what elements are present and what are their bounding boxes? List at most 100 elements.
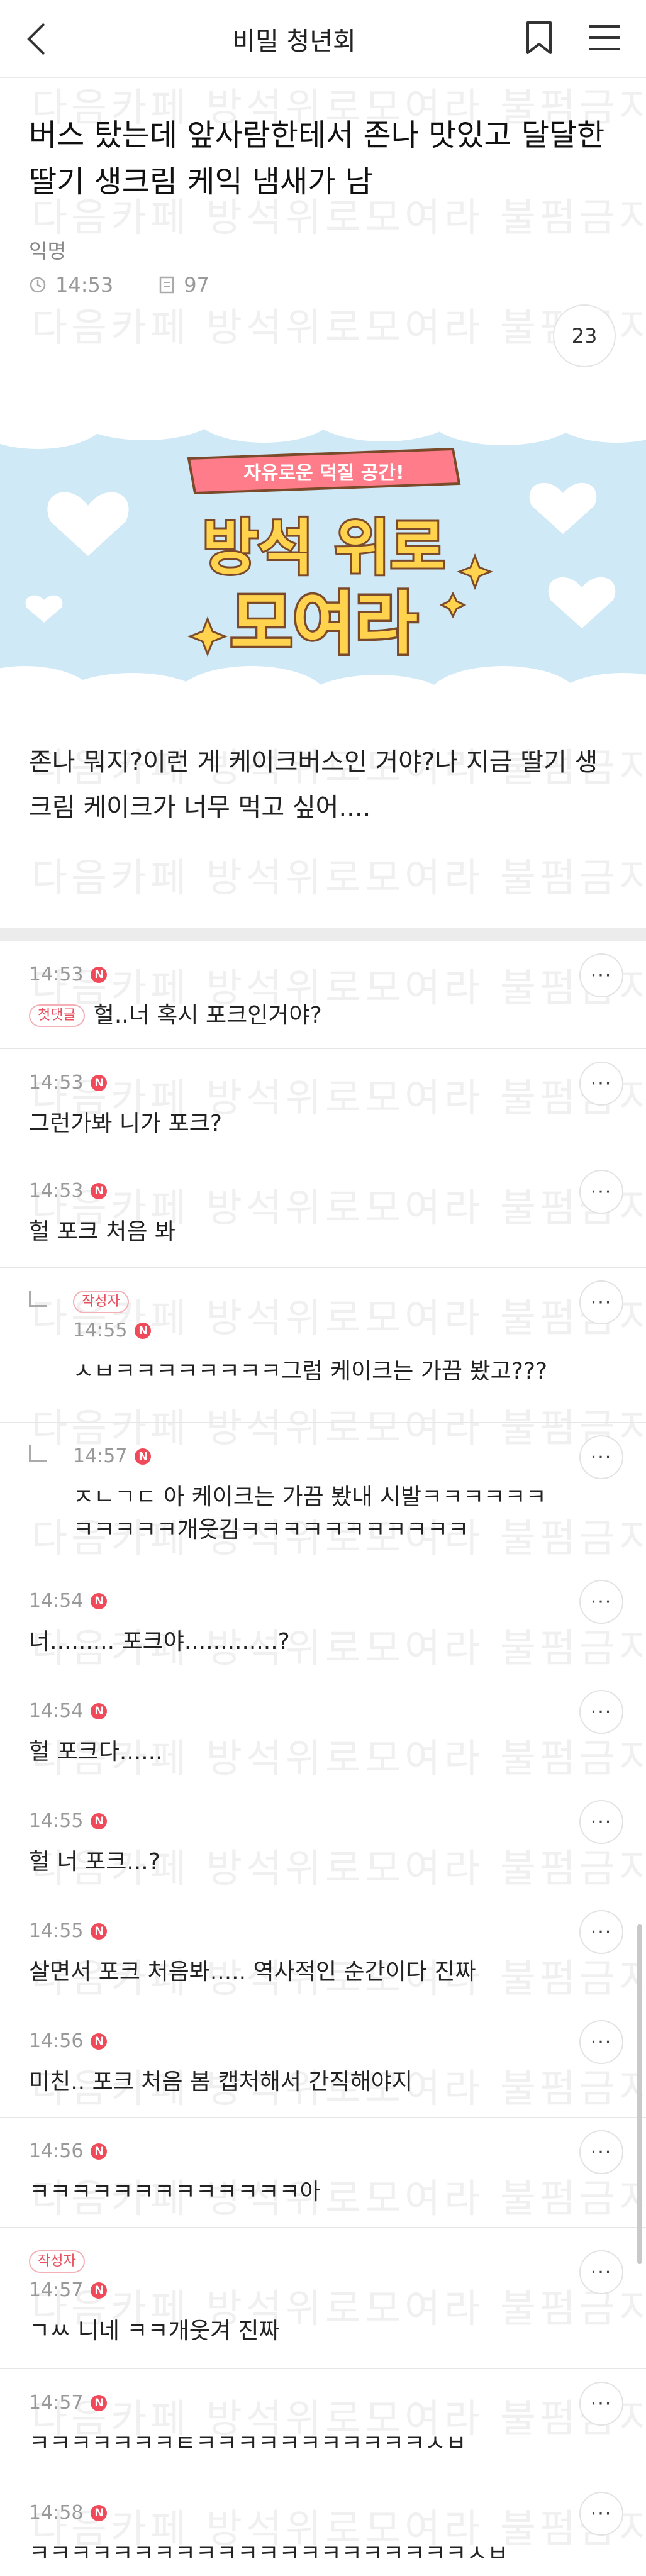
comment-text-row: ㅋㅋㅋㅋㅋㅋㅋㅋㅋㅋㅋㅋㅋ아 bbox=[29, 2176, 617, 2209]
scrollbar[interactable] bbox=[637, 1924, 642, 2264]
comment-text: 헐 포크 처음 봐 bbox=[29, 1219, 176, 1245]
comment-meta: 14:57 N bbox=[29, 2392, 617, 2414]
comment-meta: 14:54 N bbox=[29, 1700, 617, 1722]
comment-item: 14:53 N 그런가봐 니가 포크? ··· bbox=[0, 1049, 646, 1157]
comment-item: 14:54 N 헐 포크다...... ··· bbox=[0, 1677, 646, 1787]
comment-text-row: 헐 포크 처음 봐 bbox=[29, 1216, 617, 1248]
cafe-title: 비밀 청년회 bbox=[232, 26, 356, 56]
comment-meta: 14:55 N bbox=[29, 1920, 617, 1942]
reply-arrow-icon bbox=[29, 1291, 47, 1307]
comment-text-row: ㅈㄴㄱㄷ 아 케이크는 가끔 봤내 시발ㅋㅋㅋㅋㅋㅋㅋㅋㅋㅋㅋ개웃김ㅋㅋㅋㅋㅋㅋ… bbox=[73, 1481, 617, 1546]
comment-time: 14:53 bbox=[29, 1072, 84, 1094]
comment-time: 14:54 bbox=[29, 1700, 84, 1722]
menu-button[interactable] bbox=[588, 24, 621, 54]
comment-more-button[interactable]: ··· bbox=[579, 1690, 623, 1734]
comment-meta: 14:53 N bbox=[29, 1180, 617, 1202]
comment-text: ㅋㅋㅋㅋㅋㅋㅋㅌㅋㅋㅋㅋㅋㅋㅋㅋㅋㅋㅋㅅㅂ bbox=[29, 2431, 467, 2457]
comment-text-row: 너......... 포크야.............? bbox=[29, 1626, 617, 1658]
new-badge: N bbox=[91, 966, 108, 983]
cafe-banner-image: 자유로운 덕질 공간! 방석 위로 모여라 bbox=[0, 411, 646, 707]
reply-arrow-icon bbox=[29, 1445, 47, 1462]
comment-time: 14:57 bbox=[29, 2279, 84, 2301]
comment-meta: 14:56 N bbox=[29, 2030, 617, 2052]
comment-more-button[interactable]: ··· bbox=[579, 1580, 623, 1624]
comment-time: 14:56 bbox=[29, 2140, 84, 2162]
comment-item: 14:53 N 첫댓글 헐..너 혹시 포크인거야? ··· bbox=[0, 941, 646, 1049]
comment-more-button[interactable]: ··· bbox=[579, 1062, 623, 1106]
new-badge: N bbox=[135, 1322, 152, 1339]
comment-item: 14:56 N 미친.. 포크 처음 봄 캡처해서 간직해야지 ··· bbox=[0, 2007, 646, 2118]
comment-text-row: 살면서 포크 처음봐..... 역사적인 순간이다 진짜 bbox=[29, 1956, 617, 1989]
banner-title-line2: 모여라 bbox=[230, 585, 418, 663]
banner-ribbon-text: 자유로운 덕질 공간! bbox=[243, 462, 404, 484]
new-badge: N bbox=[91, 1813, 108, 1829]
post-views: 97 bbox=[184, 273, 209, 297]
comment-item: 작성자 14:57 N ㄱㅆ 니네 ㅋㅋ개웃겨 진짜 ··· bbox=[0, 2228, 646, 2369]
new-badge: N bbox=[91, 2033, 108, 2050]
comment-more-button[interactable]: ··· bbox=[579, 1910, 623, 1954]
banner-title-line1: 방석 위로 bbox=[203, 513, 446, 583]
comment-meta: 14:53 N bbox=[29, 1072, 617, 1094]
post-header: 버스 탔는데 앞사람한테서 존나 맛있고 달달한 딸기 생크림 케익 냄새가 남… bbox=[0, 78, 646, 411]
comment-time: 14:54 bbox=[29, 1590, 84, 1612]
first-comment-badge: 첫댓글 bbox=[29, 1004, 85, 1027]
comment-more-button[interactable]: ··· bbox=[579, 2250, 623, 2294]
post-body: 존나 뭐지?이런 게 케이크버스인 거야?나 지금 딸기 생크림 케이크가 너무… bbox=[29, 748, 598, 822]
comment-text-row: 헐 너 포크...? bbox=[29, 1846, 617, 1879]
comment-count-button[interactable]: 23 bbox=[553, 304, 616, 367]
comment-more-button[interactable]: ··· bbox=[579, 1280, 623, 1324]
author-badge: 작성자 bbox=[29, 2250, 85, 2273]
comment-more-button[interactable]: ··· bbox=[579, 953, 623, 997]
comment-text: ㄱㅆ 니네 ㅋㅋ개웃겨 진짜 bbox=[29, 2318, 280, 2344]
post-time: 14:53 bbox=[55, 273, 114, 297]
comment-text: ㅅㅂㅋㅋㅋㅋㅋㅋㅋㅋ그럼 케이크는 가끔 봤고??? bbox=[73, 1358, 548, 1384]
views-icon bbox=[159, 276, 174, 294]
back-button[interactable] bbox=[25, 20, 63, 58]
comment-time: 14:57 bbox=[73, 1445, 128, 1467]
comment-time: 14:53 bbox=[29, 963, 84, 985]
comment-more-button[interactable]: ··· bbox=[579, 1435, 623, 1479]
new-badge: N bbox=[91, 1182, 108, 1199]
comment-text-row: ㅋㅋㅋㅋㅋㅋㅋㅌㅋㅋㅋㅋㅋㅋㅋㅋㅋㅋㅋㅅㅂ bbox=[29, 2428, 617, 2460]
new-badge: N bbox=[91, 1592, 108, 1609]
post-meta: 14:53 97 bbox=[29, 273, 617, 297]
comment-more-button[interactable]: ··· bbox=[579, 2130, 623, 2174]
comment-text-row: 헐 포크다...... bbox=[29, 1736, 617, 1768]
comment-text: 미친.. 포크 처음 봄 캡처해서 간직해야지 bbox=[29, 2069, 413, 2095]
comment-more-button[interactable]: ··· bbox=[579, 2492, 623, 2536]
comment-time: 14:53 bbox=[29, 1180, 84, 1202]
comment-time: 14:55 bbox=[73, 1319, 128, 1341]
comment-item: 14:55 N 살면서 포크 처음봐..... 역사적인 순간이다 진짜 ··· bbox=[0, 1897, 646, 2007]
bookmark-button[interactable] bbox=[525, 20, 553, 58]
comment-text-row: ㅋㅋㅋㅋㅋㅋㅋㅋㅋㅋㅋㅋㅋㅋㅋㅋㅋㅋㅋㅋㅋㅅㅂ bbox=[29, 2538, 617, 2570]
comment-more-button[interactable]: ··· bbox=[579, 2020, 623, 2064]
author-badge: 작성자 bbox=[73, 1291, 129, 1313]
comment-more-button[interactable]: ··· bbox=[579, 1800, 623, 1844]
comment-more-button[interactable]: ··· bbox=[579, 1170, 623, 1214]
comment-meta: 14:55 N bbox=[73, 1319, 617, 1341]
hamburger-menu-icon bbox=[589, 25, 620, 50]
comment-text: 헐 너 포크...? bbox=[29, 1849, 160, 1875]
comment-text: 그런가봐 니가 포크? bbox=[29, 1111, 222, 1136]
comment-text: ㅈㄴㄱㄷ 아 케이크는 가끔 봤내 시발ㅋㅋㅋㅋㅋㅋㅋㅋㅋㅋㅋ개웃김ㅋㅋㅋㅋㅋㅋ… bbox=[73, 1484, 547, 1543]
back-arrow-icon bbox=[27, 23, 45, 55]
comment-item: 14:53 N 헐 포크 처음 봐 ··· bbox=[0, 1157, 646, 1268]
comment-meta: 14:56 N bbox=[29, 2140, 617, 2162]
comment-item: 14:56 N ㅋㅋㅋㅋㅋㅋㅋㅋㅋㅋㅋㅋㅋ아 ··· bbox=[0, 2118, 646, 2228]
comment-more-button[interactable]: ··· bbox=[579, 2382, 623, 2426]
section-divider bbox=[0, 928, 646, 941]
comment-list: 14:53 N 첫댓글 헐..너 혹시 포크인거야? ··· 14:53 N 그런가봐 니가 … bbox=[0, 941, 646, 2576]
comment-meta: 14:58 N bbox=[29, 2502, 617, 2524]
comment-meta: 14:54 N bbox=[29, 1590, 617, 1612]
comment-text-row: 첫댓글 헐..너 혹시 포크인거야? bbox=[29, 999, 617, 1032]
new-badge: N bbox=[135, 1448, 152, 1465]
post-author: 익명 bbox=[29, 239, 66, 263]
comment-meta: 14:55 N bbox=[29, 1810, 617, 1832]
bookmark-icon bbox=[526, 21, 552, 54]
comment-text: ㅋㅋㅋㅋㅋㅋㅋㅋㅋㅋㅋㅋㅋ아 bbox=[29, 2179, 321, 2205]
comment-time: 14:57 bbox=[29, 2392, 84, 2414]
reply-comment: 14:57 N ㅈㄴㄱㄷ 아 케이크는 가끔 봤내 시발ㅋㅋㅋㅋㅋㅋㅋㅋㅋㅋㅋ개웃김… bbox=[0, 1423, 646, 1567]
new-badge: N bbox=[91, 1923, 108, 1940]
comment-text-row: 미친.. 포크 처음 봄 캡처해서 간직해야지 bbox=[29, 2066, 617, 2099]
new-badge: N bbox=[91, 2394, 108, 2411]
